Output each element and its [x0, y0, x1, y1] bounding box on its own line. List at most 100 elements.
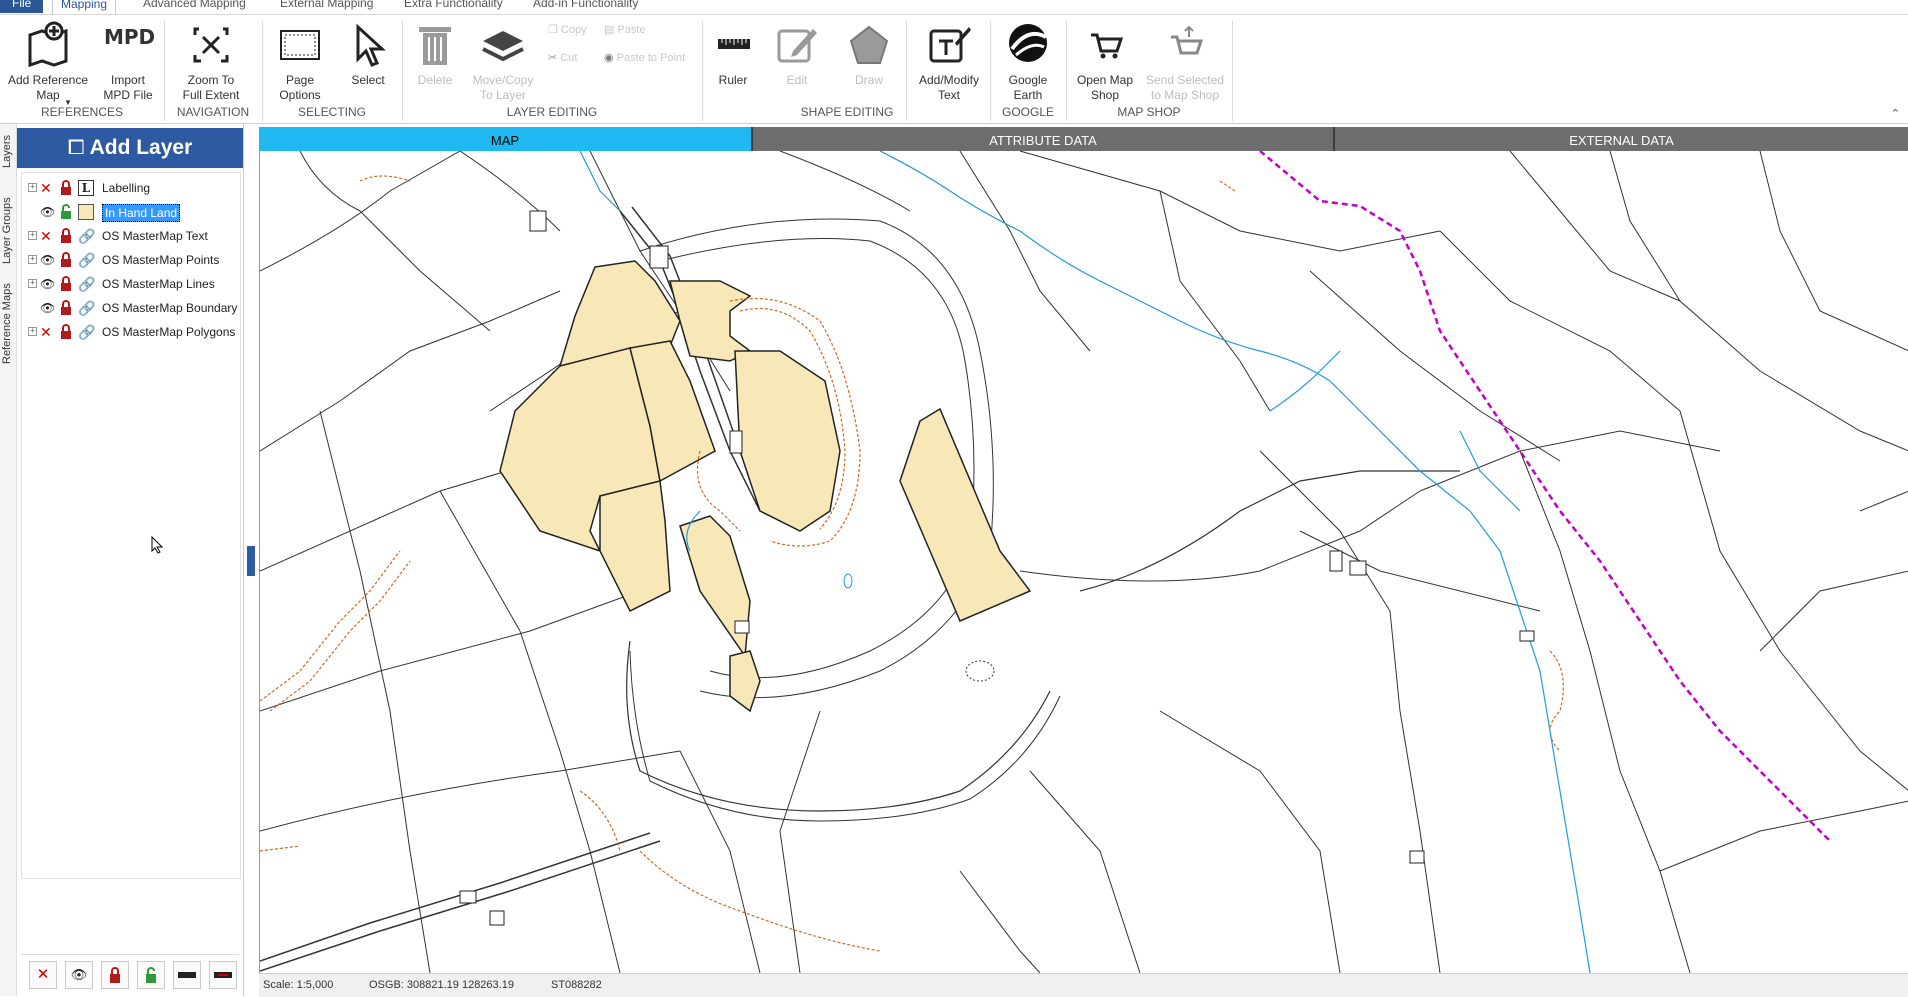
- visible-eye-icon[interactable]: 👁: [40, 276, 56, 292]
- lock-closed-icon[interactable]: [58, 324, 74, 340]
- tab-extra-functionality[interactable]: Extra Functionality: [396, 0, 511, 13]
- lock-closed-icon[interactable]: [58, 228, 74, 244]
- add-layer-button[interactable]: ⧠ Add Layer: [17, 128, 243, 168]
- text-edit-icon: [929, 27, 971, 63]
- side-tab-reference-maps[interactable]: Reference Maps: [1, 283, 13, 364]
- layer-name: OS MasterMap Polygons: [102, 325, 236, 339]
- google-earth-icon: [1009, 24, 1047, 62]
- edit-pencil-icon: [777, 29, 817, 63]
- paste-to-point-label: Paste to Point: [616, 52, 686, 64]
- cut-label: Cut: [560, 52, 578, 64]
- hidden-eye-icon[interactable]: ✕: [40, 324, 56, 340]
- scale-readout: Scale: 1:5,000: [263, 979, 334, 991]
- lock-closed-icon[interactable]: [58, 276, 74, 292]
- expand-icon[interactable]: +: [28, 255, 37, 264]
- layer-bar-icon[interactable]: [173, 961, 201, 989]
- paste-button[interactable]: ▤ Paste: [604, 23, 646, 36]
- visible-eye-icon[interactable]: 👁: [40, 252, 56, 268]
- expand-icon[interactable]: +: [28, 183, 37, 192]
- layer-name: OS MasterMap Boundary: [102, 301, 238, 315]
- link-icon: 🔗: [78, 300, 96, 316]
- layer-name: In Hand Land: [102, 204, 181, 222]
- page-options-label: Page Options: [279, 73, 321, 102]
- link-icon: 🔗: [78, 276, 96, 292]
- page-options-button[interactable]: Page Options: [270, 21, 330, 103]
- copy-button[interactable]: ❐ Copy: [548, 23, 587, 36]
- google-earth-button[interactable]: Google Earth: [998, 21, 1058, 103]
- map-canvas[interactable]: [259, 151, 1908, 973]
- tab-external-mapping[interactable]: External Mapping: [272, 0, 381, 13]
- ruler-button[interactable]: Ruler: [710, 21, 756, 88]
- move-copy-to-layer-button[interactable]: Move/Copy To Layer: [468, 21, 538, 103]
- layer-row-in-hand-land[interactable]: 👁 In Hand Land: [26, 201, 236, 223]
- collapse-ribbon-icon[interactable]: ⌃: [1891, 107, 1900, 120]
- add-reference-map-button[interactable]: Add Reference Map ▼: [6, 21, 90, 107]
- import-mpd-button[interactable]: MPD Import MPD File: [98, 21, 158, 103]
- layer-row-labelling[interactable]: + ✕ L Labelling: [26, 177, 236, 199]
- ribbon-tab-bar: File Mapping Advanced Mapping External M…: [0, 0, 1908, 15]
- send-to-map-shop-button[interactable]: Send Selected to Map Shop: [1144, 21, 1226, 103]
- hide-all-icon[interactable]: ✕: [29, 961, 57, 989]
- show-all-eye-icon[interactable]: 👁: [65, 961, 93, 989]
- edit-label: Edit: [786, 73, 808, 87]
- tab-add-in-functionality[interactable]: Add-in Functionality: [525, 0, 646, 13]
- lock-closed-icon[interactable]: [58, 180, 74, 196]
- group-label-navigation: NAVIGATION: [176, 105, 250, 119]
- ruler-icon: [718, 39, 750, 49]
- cart-upload-icon: [1171, 25, 1204, 55]
- polygon-swatch-icon: [78, 204, 94, 220]
- visible-eye-icon[interactable]: 👁: [40, 300, 56, 316]
- zoom-full-extent-label: Zoom To Full Extent: [182, 73, 240, 102]
- unlock-all-icon[interactable]: [137, 961, 165, 989]
- open-map-shop-label: Open Map Shop: [1076, 73, 1134, 102]
- mpd-icon: MPD: [104, 25, 156, 49]
- tab-file[interactable]: File: [0, 0, 44, 13]
- layer-panel: ⧠ Add Layer + ✕ L Labelling 👁 In Hand La…: [17, 124, 244, 996]
- paste-label: Paste: [617, 24, 646, 36]
- side-tab-layers[interactable]: Layers: [1, 135, 13, 168]
- hidden-eye-icon[interactable]: ✕: [40, 180, 56, 196]
- lock-closed-icon[interactable]: [58, 300, 74, 316]
- tab-external-data[interactable]: EXTERNAL DATA: [1335, 127, 1908, 151]
- open-map-shop-button[interactable]: Open Map Shop: [1072, 21, 1138, 103]
- lock-closed-icon[interactable]: [58, 252, 74, 268]
- layer-row-os-mastermap-polygons[interactable]: + ✕ 🔗 OS MasterMap Polygons: [26, 321, 236, 343]
- add-modify-text-button[interactable]: Add/Modify Text: [912, 21, 986, 103]
- delete-button[interactable]: Delete: [410, 21, 460, 88]
- label-type-icon: L: [78, 180, 94, 196]
- zoom-full-extent-button[interactable]: Zoom To Full Extent: [170, 21, 252, 103]
- expand-icon[interactable]: +: [28, 231, 37, 240]
- ribbon: Add Reference Map ▼ MPD Import MPD File …: [0, 15, 1908, 124]
- expand-icon[interactable]: +: [28, 279, 37, 288]
- pentagon-icon: [849, 25, 889, 64]
- edit-button[interactable]: Edit: [772, 21, 822, 88]
- lock-all-icon[interactable]: [101, 961, 129, 989]
- tab-advanced-mapping[interactable]: Advanced Mapping: [135, 0, 254, 13]
- copy-label: Copy: [560, 24, 587, 36]
- select-label: Select: [351, 73, 385, 87]
- tab-attribute-data[interactable]: ATTRIBUTE DATA: [753, 127, 1335, 151]
- layer-bar-red-icon[interactable]: [209, 961, 237, 989]
- layer-row-os-mastermap-points[interactable]: + 👁 🔗 OS MasterMap Points: [26, 249, 236, 271]
- paste-to-point-button[interactable]: ◉ Paste to Point: [604, 51, 685, 64]
- osgb-coordinates: OSGB: 308821.19 128263.19: [369, 979, 514, 991]
- map-drawing[interactable]: [260, 151, 1908, 973]
- layer-row-os-mastermap-lines[interactable]: + 👁 🔗 OS MasterMap Lines: [26, 273, 236, 295]
- side-tab-layer-groups[interactable]: Layer Groups: [1, 197, 13, 264]
- status-bar: Scale: 1:5,000 OSGB: 308821.19 128263.19…: [259, 973, 1908, 997]
- group-label-references: REFERENCES: [40, 105, 123, 119]
- add-layer-label: Add Layer: [89, 136, 193, 159]
- collapse-panel-left-handle[interactable]: [247, 546, 255, 576]
- cut-button[interactable]: ✂ Cut: [548, 51, 577, 64]
- layer-row-os-mastermap-text[interactable]: + ✕ 🔗 OS MasterMap Text: [26, 225, 236, 247]
- tab-map[interactable]: MAP: [259, 127, 753, 151]
- hidden-eye-icon[interactable]: ✕: [40, 228, 56, 244]
- trash-icon: [419, 27, 451, 65]
- tab-mapping[interactable]: Mapping: [52, 0, 117, 14]
- visible-eye-icon[interactable]: 👁: [40, 204, 56, 220]
- expand-icon[interactable]: +: [28, 327, 37, 336]
- layer-row-os-mastermap-boundary[interactable]: 👁 🔗 OS MasterMap Boundary: [26, 297, 238, 319]
- lock-open-icon[interactable]: [58, 204, 74, 220]
- select-button[interactable]: Select: [338, 21, 398, 88]
- draw-button[interactable]: Draw: [844, 21, 894, 88]
